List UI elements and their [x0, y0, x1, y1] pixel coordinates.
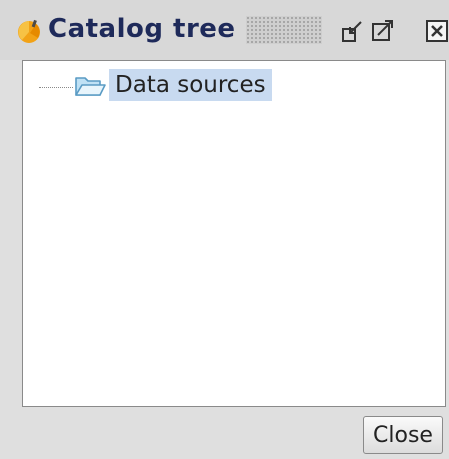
close-button[interactable]: Close — [363, 416, 443, 454]
maximize-icon[interactable] — [370, 18, 396, 44]
close-icon[interactable] — [424, 18, 449, 44]
catalog-app-icon — [18, 19, 40, 43]
title-bar: Catalog tree — [0, 0, 449, 60]
undock-icon[interactable] — [340, 18, 366, 44]
folder-open-icon — [75, 77, 106, 96]
tree-node-label[interactable]: Data sources — [109, 69, 272, 101]
catalog-tree[interactable]: Data sources — [22, 60, 446, 407]
tree-node-data-sources[interactable]: Data sources — [33, 69, 333, 101]
title-bar-drag-handle[interactable] — [246, 16, 322, 44]
window-title: Catalog tree — [48, 14, 236, 44]
tree-connector — [39, 87, 73, 88]
